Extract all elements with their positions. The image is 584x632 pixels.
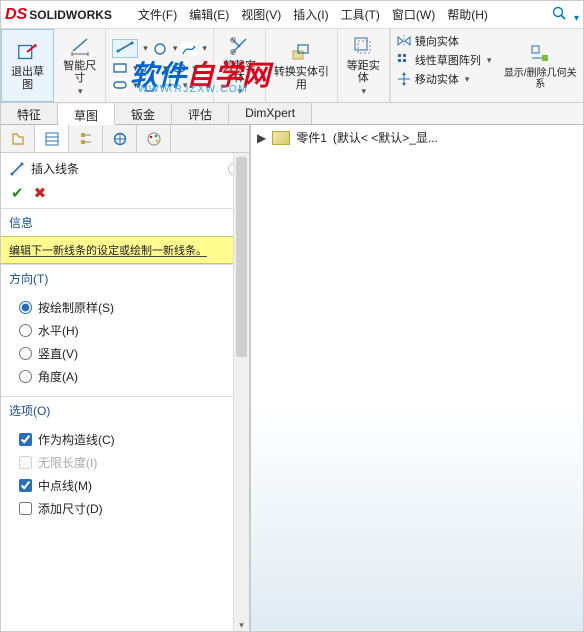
direction-option-horizontal[interactable]: 水平(H) (11, 319, 239, 342)
move-button[interactable]: 移动实体▾ (397, 71, 492, 87)
breadcrumb[interactable]: ▶ 零件1 (默认< <默认>_显... (257, 129, 438, 146)
graphics-area[interactable]: ▶ 零件1 (默认< <默认>_显... (251, 125, 583, 631)
cancel-button[interactable]: ✖ (34, 184, 47, 202)
line-tool-icon[interactable] (112, 39, 138, 58)
info-section: 信息˄ 编辑下一新线条的设定或绘制一新线条。 (1, 208, 249, 264)
titlebar: DS SOLIDWORKS 文件(F) 编辑(E) 视图(V) 插入(I) 工具… (1, 1, 583, 29)
option-add-dim[interactable]: 添加尺寸(D) (11, 497, 239, 520)
workspace: 插入线条 ⓘ ✔ ✖ 信息˄ 编辑下一新线条的设定或绘制一新线条。 方向(T)˄… (1, 125, 583, 631)
mirror-button[interactable]: 镜向实体 (397, 33, 492, 49)
panel-header: 插入线条 ⓘ (1, 153, 249, 182)
spline-tool-icon[interactable] (181, 42, 197, 56)
search-icon[interactable]: ▾ (551, 5, 579, 24)
config-tab[interactable] (69, 125, 103, 152)
tab-sheetmetal[interactable]: 钣金 (115, 103, 172, 124)
logo-glyph: DS (5, 6, 27, 24)
menu-file[interactable]: 文件(F) (138, 6, 177, 23)
offset-button[interactable]: 等距实体▾ (338, 29, 390, 102)
trim-button[interactable]: 剪裁实体▾ (214, 29, 266, 102)
option-infinite: 无限长度(I) (11, 451, 239, 474)
options-header[interactable]: 选项(O)˄ (1, 397, 249, 424)
appearance-tab[interactable] (137, 125, 171, 152)
offset-label: 等距实体▾ (344, 60, 383, 96)
convert-label: 转换实体引用 (272, 66, 331, 90)
info-text: 编辑下一新线条的设定或绘制一新线条。 (1, 236, 249, 264)
tab-dimxpert[interactable]: DimXpert (229, 103, 312, 124)
rect-tool-icon[interactable] (112, 61, 128, 75)
linear-pattern-button[interactable]: 线性草图阵列▾ (397, 52, 492, 68)
slot-tool-icon[interactable] (112, 78, 128, 92)
relations-label: 显示/删除几何关系 (503, 68, 577, 90)
exit-sketch-icon (16, 40, 40, 64)
menu-window[interactable]: 窗口(W) (392, 6, 435, 23)
expand-icon[interactable]: ▶ (257, 131, 266, 145)
menu-tools[interactable]: 工具(T) (341, 6, 380, 23)
tab-features[interactable]: 特征 (1, 103, 58, 124)
panel-title: 插入线条 (31, 160, 79, 177)
feature-tree-tab[interactable] (1, 125, 35, 152)
pattern-group: 镜向实体 线性草图阵列▾ 移动实体▾ (390, 29, 498, 102)
exit-sketch-button[interactable]: 退出草图 (1, 29, 54, 102)
ellipse-tool-icon[interactable] (171, 61, 187, 75)
point-tool-icon[interactable] (162, 78, 178, 92)
part-icon (272, 131, 290, 145)
scroll-thumb[interactable] (236, 157, 247, 357)
main-menu: 文件(F) 编辑(E) 视图(V) 插入(I) 工具(T) 窗口(W) 帮助(H… (138, 6, 488, 23)
convert-icon (289, 40, 313, 64)
app-logo: DS SOLIDWORKS (5, 6, 112, 24)
circle-tool-icon[interactable] (152, 42, 168, 56)
panel-scrollbar[interactable]: ▴ ▾ (233, 153, 249, 631)
trim-label: 剪裁实体▾ (220, 60, 259, 96)
smart-dim-label: 智能尺寸▾ (60, 60, 99, 96)
menu-help[interactable]: 帮助(H) (447, 6, 488, 23)
direction-header[interactable]: 方向(T)˄ (1, 265, 249, 292)
direction-option-angle[interactable]: 角度(A) (11, 365, 239, 388)
display-relations-button[interactable]: 显示/删除几何关系 (497, 29, 583, 102)
polygon-tool-icon[interactable] (142, 78, 158, 92)
brand-text: SOLIDWORKS (29, 8, 112, 22)
trim-icon (227, 34, 251, 58)
option-construction[interactable]: 作为构造线(C) (11, 428, 239, 451)
property-manager-tab[interactable] (35, 125, 69, 152)
offset-icon (351, 34, 375, 58)
option-midpoint[interactable]: 中点线(M) (11, 474, 239, 497)
menu-edit[interactable]: 编辑(E) (189, 6, 229, 23)
exit-sketch-label: 退出草图 (8, 66, 47, 90)
smart-dim-icon (68, 34, 92, 58)
menu-insert[interactable]: 插入(I) (293, 6, 328, 23)
smart-dimension-button[interactable]: 智能尺寸▾ (54, 29, 106, 102)
direction-section: 方向(T)˄ 按绘制原样(S) 水平(H) 竖直(V) 角度(A) (1, 264, 249, 396)
direction-option-vertical[interactable]: 竖直(V) (11, 342, 239, 365)
options-section: 选项(O)˄ 作为构造线(C) 无限长度(I) 中点线(M) 添加尺寸(D) (1, 396, 249, 528)
dimxpert-tab[interactable] (103, 125, 137, 152)
convert-button[interactable]: 转换实体引用 (266, 29, 338, 102)
ribbon: 退出草图 智能尺寸▾ ▾ ▾ ▾ ▾ ▾ ▾ ▾ ▾ (1, 29, 583, 103)
part-state: (默认< <默认>_显... (333, 129, 438, 146)
ok-button[interactable]: ✔ (11, 184, 24, 202)
tab-sketch[interactable]: 草图 (58, 104, 115, 125)
direction-option-as-sketched[interactable]: 按绘制原样(S) (11, 296, 239, 319)
menu-view[interactable]: 视图(V) (241, 6, 281, 23)
relations-icon (528, 42, 552, 66)
confirm-row: ✔ ✖ (1, 182, 249, 208)
line-icon (9, 161, 25, 177)
command-tabs: 特征 草图 钣金 评估 DimXpert (1, 103, 583, 125)
property-tabs (1, 125, 249, 153)
arc-tool-icon[interactable] (142, 61, 158, 75)
sketch-tools-grid: ▾ ▾ ▾ ▾ ▾ ▾ ▾ ▾ (106, 29, 214, 102)
info-header[interactable]: 信息˄ (1, 209, 249, 236)
property-manager: 插入线条 ⓘ ✔ ✖ 信息˄ 编辑下一新线条的设定或绘制一新线条。 方向(T)˄… (1, 125, 251, 631)
part-name[interactable]: 零件1 (296, 129, 327, 146)
tab-evaluate[interactable]: 评估 (172, 103, 229, 124)
